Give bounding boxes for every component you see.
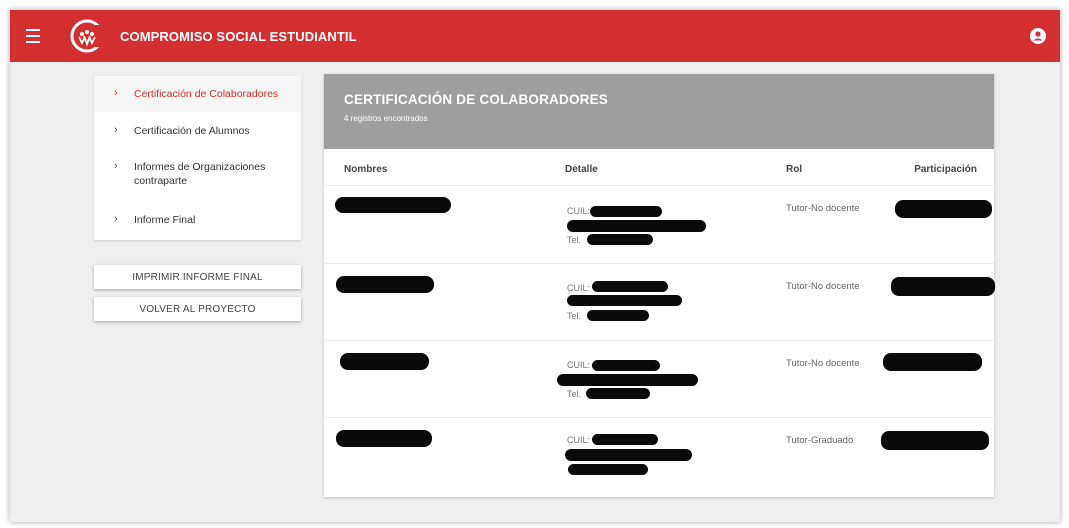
collaborators-card: CERTIFICACIÓN DE COLABORADORES 4 registr… [324, 74, 995, 497]
menu-button[interactable] [10, 10, 56, 62]
records-count: 4 registros encontrados [344, 114, 428, 123]
nav-item-label: Certificación de Alumnos [134, 125, 250, 137]
tel-label: Tel. [567, 235, 582, 245]
card-title: CERTIFICACIÓN DE COLABORADORES [344, 92, 609, 107]
column-header-participacion[interactable]: Participación [907, 164, 977, 175]
redacted-email [557, 374, 698, 386]
app-title: COMPROMISO SOCIAL ESTUDIANTIL [120, 28, 357, 44]
chevron-right-icon: › [114, 124, 118, 136]
redacted-name [335, 197, 451, 213]
role-text: Tutor-No docente [786, 358, 860, 369]
print-final-report-button[interactable]: IMPRIMIR INFORME FINAL [94, 265, 301, 289]
redacted-cuil [592, 360, 660, 371]
nav-item-informe-final[interactable]: › Informe Final [94, 200, 301, 240]
chevron-right-icon: › [114, 213, 118, 225]
cuil-label: CUIL: [567, 360, 591, 370]
redacted-participation [891, 277, 995, 296]
redacted-cuil [592, 434, 658, 445]
redacted-email [567, 295, 682, 306]
redacted-name [336, 276, 434, 293]
redacted-phone [587, 234, 653, 245]
nav-item-informes-organizaciones[interactable]: › Informes de Organizaciones contraparte [94, 148, 301, 200]
table-row: CUIL: Tel. Tutor-No docente [324, 185, 994, 262]
redacted-phone [587, 310, 649, 321]
nav-item-label: Informe Final [134, 214, 196, 226]
back-to-project-button[interactable]: VOLVER AL PROYECTO [94, 297, 301, 321]
nav-item-certificacion-colaboradores[interactable]: › Certificación de Colaboradores [94, 76, 301, 112]
redacted-email [567, 220, 706, 232]
chevron-right-icon: › [114, 160, 118, 172]
account-icon[interactable] [1028, 26, 1048, 46]
nav-item-certificacion-alumnos[interactable]: › Certificación de Alumnos [94, 112, 301, 148]
hamburger-icon [26, 27, 40, 45]
redacted-email [565, 449, 692, 461]
chevron-right-icon: › [114, 87, 118, 99]
card-header: CERTIFICACIÓN DE COLABORADORES 4 registr… [324, 74, 994, 149]
top-app-bar: COMPROMISO SOCIAL ESTUDIANTIL [10, 10, 1060, 62]
cuil-label: CUIL: [567, 206, 591, 216]
redacted-participation [881, 431, 989, 450]
redacted-name [340, 353, 429, 370]
logo-icon [70, 19, 104, 53]
column-header-detalle[interactable]: Detalle [565, 164, 598, 175]
table-row: CUIL: Tel. Tutor-No docente [324, 340, 994, 417]
column-header-nombres[interactable]: Nombres [344, 164, 387, 175]
table-row: CUIL: Tutor-Graduado [324, 417, 994, 494]
redacted-participation [895, 200, 992, 218]
role-text: Tutor-Graduado [786, 435, 854, 446]
nav-item-label: Certificación de Colaboradores [134, 88, 279, 100]
side-nav: › Certificación de Colaboradores › Certi… [94, 76, 301, 240]
redacted-cuil [590, 206, 662, 217]
tel-label: Tel. [567, 389, 582, 399]
role-text: Tutor-No docente [786, 281, 860, 292]
app-window: COMPROMISO SOCIAL ESTUDIANTIL › Certific… [10, 10, 1060, 522]
column-header-rol[interactable]: Rol [786, 164, 802, 175]
redacted-cuil [592, 281, 668, 292]
redacted-participation [883, 353, 982, 371]
table-row: CUIL: Tel. Tutor-No docente [324, 263, 995, 340]
redacted-phone [586, 388, 650, 399]
nav-item-label: Informes de Organizaciones contraparte [134, 161, 266, 187]
role-text: Tutor-No docente [786, 203, 860, 214]
cuil-label: CUIL: [567, 283, 591, 293]
redacted-name [336, 430, 432, 447]
cuil-label: CUIL: [567, 435, 591, 445]
tel-label: Tel. [567, 311, 582, 321]
redacted-phone [568, 464, 648, 475]
